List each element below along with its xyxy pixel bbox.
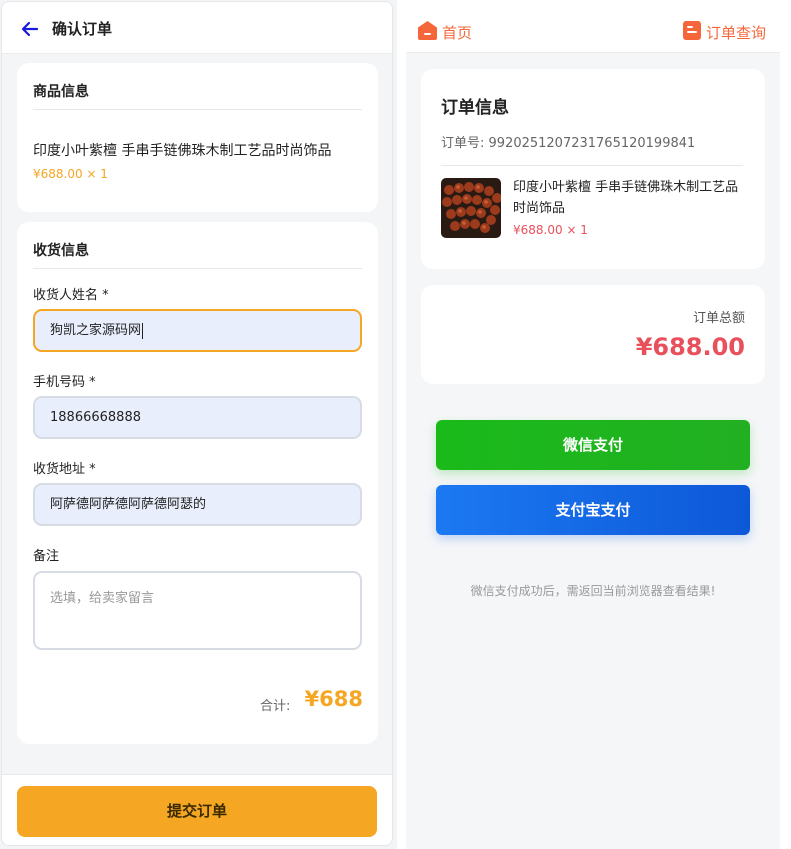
order-info-title: 订单信息 — [441, 98, 509, 118]
name-input-value: 狗凯之家源码网 — [50, 323, 142, 338]
phone-label: 手机号码 * — [33, 375, 96, 390]
checkout-panel: 确认订单 商品信息 印度小叶紫檀 手串手链佛珠木制工艺品时尚饰品 ¥688.00… — [1, 1, 393, 846]
submit-order-button[interactable]: 提交订单 — [17, 786, 377, 837]
divider — [33, 268, 362, 269]
payment-note: 微信支付成功后，需返回当前浏览器查看结果! — [470, 584, 716, 598]
total-value: ¥688 — [304, 687, 363, 711]
order-total-label: 订单总额 — [692, 311, 745, 326]
divider — [33, 109, 362, 110]
order-list-icon[interactable] — [682, 20, 702, 41]
alipay-button[interactable]: 支付宝支付 — [436, 485, 750, 535]
payment-panel: 首页 订单查询 订单信息 订单号: 9920251207231765120199… — [397, 0, 791, 849]
product-price: ¥688.00 × 1 — [33, 167, 108, 181]
phone-input-value: 18866668888 — [50, 410, 141, 425]
wechat-pay-button[interactable]: 微信支付 — [436, 420, 750, 470]
phone-input[interactable]: 18866668888 — [33, 396, 362, 439]
order-product-name: 印度小叶紫檀 手串手链佛珠木制工艺品时尚饰品 — [513, 180, 739, 216]
product-thumbnail — [441, 178, 501, 238]
order-total-card: 订单总额 ¥688.00 — [421, 285, 765, 384]
arrow-left-icon[interactable] — [20, 19, 40, 39]
product-name: 印度小叶紫檀 手串手链佛珠木制工艺品时尚饰品 — [33, 143, 332, 159]
home-link[interactable]: 首页 — [442, 22, 472, 43]
name-input[interactable]: 狗凯之家源码网 — [33, 309, 362, 352]
product-info-card: 商品信息 印度小叶紫檀 手串手链佛珠木制工艺品时尚饰品 ¥688.00 × 1 — [17, 63, 378, 212]
address-label: 收货地址 * — [33, 462, 96, 477]
order-product-price: ¥688.00 × 1 — [513, 223, 588, 237]
address-input[interactable]: 阿萨德阿萨德阿萨德阿瑟的 — [33, 483, 362, 526]
total-label: 合计: — [260, 699, 291, 714]
remark-placeholder: 选填，给卖家留言 — [50, 591, 155, 606]
shipping-info-card: 收货信息 收货人姓名 * 狗凯之家源码网 手机号码 * 18866668888 … — [17, 222, 378, 744]
bottom-action-bar: 提交订单 — [2, 774, 392, 845]
top-nav: 首页 订单查询 — [406, 8, 780, 53]
home-icon[interactable] — [417, 20, 438, 41]
checkout-header: 确认订单 — [2, 2, 392, 54]
remark-label: 备注 — [33, 549, 60, 564]
shipping-section-title: 收货信息 — [33, 243, 89, 259]
order-number: 订单号: 992025120723176512019984​1 — [441, 136, 696, 151]
page-title: 确认订单 — [52, 20, 113, 38]
remark-textarea[interactable]: 选填，给卖家留言 — [33, 571, 362, 650]
text-caret — [142, 322, 144, 339]
payment-content: 首页 订单查询 订单信息 订单号: 9920251207231765120199… — [406, 8, 780, 849]
address-input-value: 阿萨德阿萨德阿萨德阿瑟的 — [50, 497, 207, 512]
order-info-card: 订单信息 订单号: 992025120723176512019984​1 — [421, 69, 765, 269]
order-total-value: ¥688.00 — [635, 333, 745, 361]
divider — [441, 165, 743, 166]
product-section-title: 商品信息 — [33, 84, 89, 100]
order-query-link[interactable]: 订单查询 — [706, 22, 766, 43]
name-label: 收货人姓名 * — [33, 288, 109, 303]
